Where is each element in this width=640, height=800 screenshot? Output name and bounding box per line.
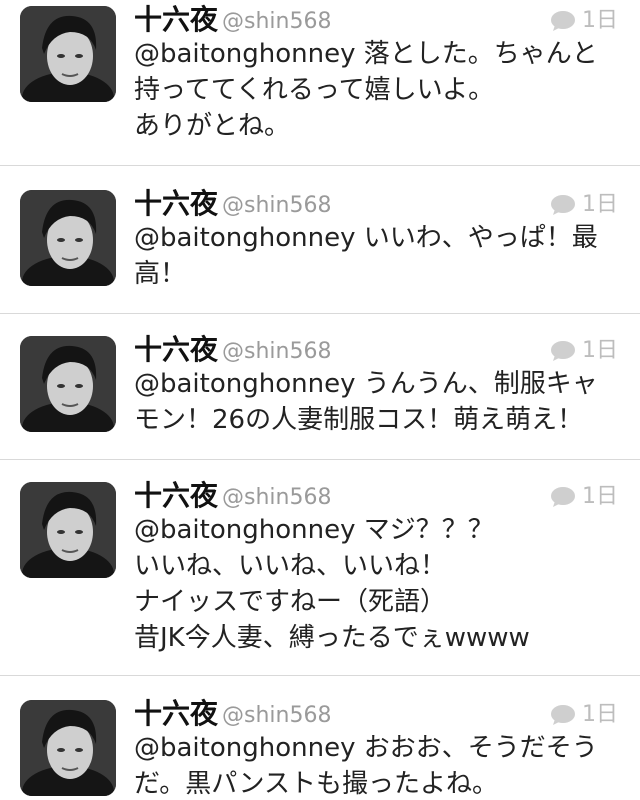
speech-bubble-icon [551, 341, 575, 361]
mention-link[interactable]: @baitonghonney [134, 39, 355, 69]
tweet-item[interactable]: 十六夜 @shin568 1日 @baitonghonney 落とした。ちゃんと… [0, 0, 640, 166]
tweet-time: 1日 [582, 338, 618, 363]
tweet-time: 1日 [582, 484, 618, 509]
tweet-line-text: 落とした。ちゃんと [355, 39, 598, 69]
tweet-time: 1日 [582, 8, 618, 33]
author-handle[interactable]: @shin568 [222, 334, 331, 370]
mention-link[interactable]: @baitonghonney [134, 733, 355, 763]
tweet-meta: 1日 [550, 6, 618, 36]
tweet-line: @baitonghonney 落とした。ちゃんと [134, 36, 620, 72]
tweet-text: @baitonghonney うんうん、制服キャ モン！26の人妻制服コス！萌え… [134, 366, 620, 438]
mention-link[interactable]: @baitonghonney [134, 223, 355, 253]
author-name[interactable]: 十六夜 [134, 330, 218, 370]
tweet-meta: 1日 [550, 700, 618, 730]
tweet-text: @baitonghonney 落とした。ちゃんと 持っててくれるって嬉しいよ。 … [134, 36, 620, 144]
tweet-line: @baitonghonney うんうん、制服キャ [134, 366, 620, 402]
tweet-line: @baitonghonney おおお、そうだそう [134, 730, 620, 766]
tweet-item[interactable]: 十六夜 @shin568 1日 @baitonghonney うんうん、制服キャ… [0, 330, 640, 460]
tweet-time: 1日 [582, 192, 618, 217]
speech-bubble-icon [551, 11, 575, 31]
avatar-portrait-icon [20, 190, 116, 286]
tweet-line: 持っててくれるって嬉しいよ。 [134, 75, 495, 105]
tweet-text: @baitonghonney おおお、そうだそう だ。黒パンストも撮ったよね。 [134, 730, 620, 800]
author-name[interactable]: 十六夜 [134, 476, 218, 516]
tweet-line-text: うんうん、制服キャ [355, 369, 598, 399]
avatar-portrait-icon [20, 482, 116, 578]
tweet-text: @baitonghonney マジ？？？ いいね、いいね、いいね！ ナイッスです… [134, 512, 620, 656]
tweet-meta: 1日 [550, 190, 618, 220]
tweet-meta: 1日 [550, 482, 618, 512]
author-handle[interactable]: @shin568 [222, 4, 331, 40]
avatar[interactable] [20, 336, 116, 432]
tweet-line: ありがとね。 [134, 111, 291, 141]
tweet-text: @baitonghonney いいわ、やっぱ！最 高！ [134, 220, 620, 292]
author-handle[interactable]: @shin568 [222, 480, 331, 516]
tweet-meta: 1日 [550, 336, 618, 366]
mention-link[interactable]: @baitonghonney [134, 369, 355, 399]
author-name[interactable]: 十六夜 [134, 0, 218, 40]
tweet-line: @baitonghonney いいわ、やっぱ！最 [134, 220, 620, 256]
tweet-line: 高！ [134, 259, 187, 289]
tweet-item[interactable]: 十六夜 @shin568 1日 @baitonghonney マジ？？？ いいね… [0, 476, 640, 676]
author-name[interactable]: 十六夜 [134, 694, 218, 734]
tweet-line: いいね、いいね、いいね！ [134, 551, 447, 581]
speech-bubble-icon [551, 705, 575, 725]
author-handle[interactable]: @shin568 [222, 698, 331, 734]
avatar-portrait-icon [20, 700, 116, 796]
avatar-portrait-icon [20, 336, 116, 432]
tweet-line: モン！26の人妻制服コス！萌え萌え！ [134, 405, 584, 435]
author-handle[interactable]: @shin568 [222, 188, 331, 224]
author-name[interactable]: 十六夜 [134, 184, 218, 224]
tweet-line: @baitonghonney マジ？？？ [134, 512, 620, 548]
speech-bubble-icon [551, 487, 575, 507]
avatar[interactable] [20, 700, 116, 796]
tweet-item[interactable]: 十六夜 @shin568 1日 @baitonghonney おおお、そうだそう… [0, 694, 640, 800]
tweet-line-text: マジ？？？ [355, 515, 494, 545]
tweet-line: 昔JK今人妻、縛ったるでぇwwww [134, 623, 530, 653]
tweet-line-text: いいわ、やっぱ！最 [355, 223, 598, 253]
tweet-timeline: 十六夜 @shin568 1日 @baitonghonney 落とした。ちゃんと… [0, 0, 640, 800]
tweet-time: 1日 [582, 702, 618, 727]
speech-bubble-icon [551, 195, 575, 215]
tweet-item[interactable]: 十六夜 @shin568 1日 @baitonghonney いいわ、やっぱ！最… [0, 184, 640, 314]
avatar[interactable] [20, 6, 116, 102]
avatar-portrait-icon [20, 6, 116, 102]
avatar[interactable] [20, 482, 116, 578]
tweet-line: ナイッスですねー（死語） [134, 587, 447, 617]
tweet-line: だ。黒パンストも撮ったよね。 [134, 769, 499, 799]
avatar[interactable] [20, 190, 116, 286]
tweet-line-text: おおお、そうだそう [355, 733, 598, 763]
mention-link[interactable]: @baitonghonney [134, 515, 355, 545]
